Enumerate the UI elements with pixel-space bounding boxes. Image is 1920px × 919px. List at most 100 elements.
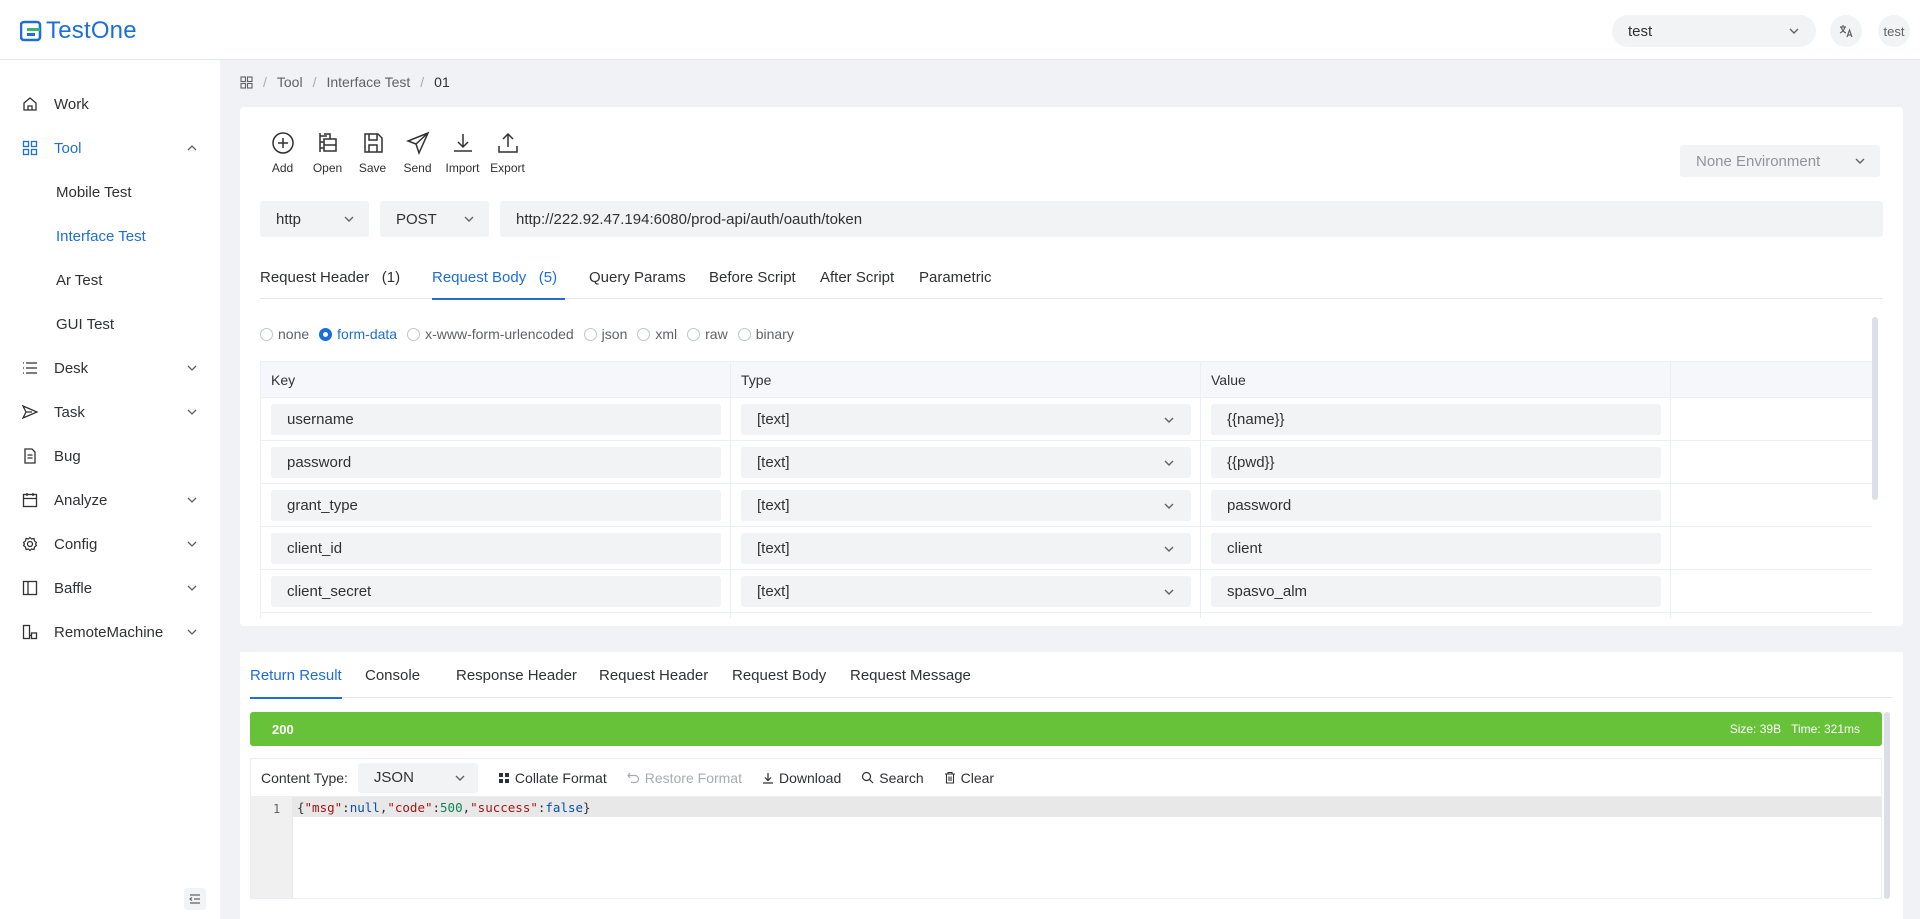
json-punctuation: {: [297, 800, 305, 815]
radio-none[interactable]: none: [260, 326, 309, 342]
key-input[interactable]: client_secret: [271, 576, 721, 607]
sidebar-item-analyze[interactable]: Analyze: [0, 478, 220, 522]
logo[interactable]: TestOne: [19, 17, 137, 45]
radio-circle: [637, 327, 651, 341]
breadcrumb-item[interactable]: Tool: [277, 74, 303, 90]
sidebar-item-work[interactable]: Work: [0, 82, 220, 126]
sidebar-item-desk[interactable]: Desk: [0, 346, 220, 390]
collapse-sidebar-button[interactable]: [184, 888, 206, 910]
chevron-down-icon: [1855, 158, 1865, 164]
key-input[interactable]: grant_type: [271, 490, 721, 521]
tab-request-header[interactable]: Request Header: [599, 652, 708, 698]
radio-xml[interactable]: xml: [637, 326, 677, 342]
tab-query-params[interactable]: Query Params: [589, 255, 686, 299]
user-avatar[interactable]: test: [1878, 15, 1910, 47]
protocol-select[interactable]: http: [260, 201, 369, 237]
translate-button[interactable]: [1830, 15, 1862, 47]
result-scrollbar[interactable]: [1884, 712, 1890, 899]
value-cell: {{pwd}}: [1201, 441, 1671, 484]
radio-x-www-form-urlencoded[interactable]: x-www-form-urlencoded: [407, 326, 574, 342]
value-input[interactable]: client: [1211, 533, 1661, 564]
type-select[interactable]: [text]: [741, 576, 1191, 607]
sidebar-subitem-gui-test[interactable]: GUI Test: [0, 302, 220, 346]
tab-request-body[interactable]: Request Body (5): [432, 255, 566, 300]
home-grid-icon[interactable]: [240, 75, 253, 89]
key-input[interactable]: client_id: [271, 533, 721, 564]
breadcrumb: / Tool / Interface Test / 01: [240, 74, 450, 90]
sidebar-item-bug[interactable]: Bug: [0, 434, 220, 478]
save-button[interactable]: Save: [350, 131, 395, 175]
tab-request-header[interactable]: Request Header (1): [260, 255, 400, 299]
sidebar-subitem-interface-test[interactable]: Interface Test: [0, 214, 220, 258]
save-icon: [363, 133, 383, 153]
sidebar-subitem-ar-test[interactable]: Ar Test: [0, 258, 220, 302]
import-button[interactable]: Import: [440, 131, 485, 175]
value-input[interactable]: spasvo_alm: [1211, 576, 1661, 607]
tab-console[interactable]: Console: [365, 652, 420, 698]
chevron-down-icon: [1164, 546, 1174, 552]
column-header-value: Value: [1201, 362, 1671, 398]
type-select[interactable]: [text]: [741, 404, 1191, 435]
export-button[interactable]: Export: [485, 131, 530, 175]
tab-parametric[interactable]: Parametric: [919, 255, 992, 299]
code-line: {"msg":null,"code":500,"success":false}: [293, 797, 1882, 817]
radio-raw[interactable]: raw: [687, 326, 728, 342]
calendar-icon: [20, 490, 40, 510]
url-input[interactable]: http://222.92.47.194:6080/prod-api/auth/…: [500, 201, 1883, 237]
tab-request-message[interactable]: Request Message: [850, 652, 971, 698]
response-editor[interactable]: 1 {"msg":null,"code":500,"success":false…: [250, 796, 1882, 899]
json-punctuation: ,: [462, 800, 471, 815]
value-text: client: [1227, 540, 1263, 557]
protocol-value: http: [276, 210, 302, 228]
tab-after-script[interactable]: After Script: [820, 255, 894, 299]
tab-before-script[interactable]: Before Script: [709, 255, 796, 299]
method-select[interactable]: POST: [380, 201, 489, 237]
key-input[interactable]: username: [271, 404, 721, 435]
restore-format-button[interactable]: Restore Format: [626, 770, 742, 786]
content-type-select[interactable]: JSON: [357, 762, 478, 793]
add-button[interactable]: Add: [260, 131, 305, 175]
tab-request-body[interactable]: Request Body: [732, 652, 826, 698]
type-cell: [text]: [731, 484, 1201, 527]
sidebar-item-remotemachine[interactable]: RemoteMachine: [0, 610, 220, 654]
sidebar-item-task[interactable]: Task: [0, 390, 220, 434]
send-button[interactable]: Send: [395, 131, 440, 175]
sidebar-item-tool[interactable]: Tool: [0, 126, 220, 170]
key-input[interactable]: password: [271, 447, 721, 478]
panel-icon: [20, 578, 40, 598]
sidebar-subitem-mobile-test[interactable]: Mobile Test: [0, 170, 220, 214]
search-button[interactable]: Search: [861, 770, 924, 786]
type-select[interactable]: [text]: [741, 447, 1191, 478]
value-input[interactable]: password: [1211, 490, 1661, 521]
radio-json[interactable]: json: [583, 326, 627, 342]
grid-icon: [20, 138, 40, 158]
radio-form-data[interactable]: form-data: [319, 326, 397, 342]
clear-button[interactable]: Clear: [944, 770, 994, 786]
key-cell: client_id: [261, 527, 731, 570]
project-select[interactable]: test: [1612, 15, 1816, 47]
value-input[interactable]: {{name}}: [1211, 404, 1661, 435]
tab-response-header[interactable]: Response Header: [456, 652, 577, 698]
clear-label: Clear: [960, 769, 995, 786]
line-number: 1: [273, 802, 281, 816]
tab-return-result[interactable]: Return Result: [250, 652, 342, 699]
table-row-partial: [261, 613, 1872, 618]
type-select[interactable]: [text]: [741, 490, 1191, 521]
sidebar-item-config[interactable]: Config: [0, 522, 220, 566]
value-input[interactable]: {{pwd}}: [1211, 447, 1661, 478]
sidebar-item-label: Desk: [54, 359, 89, 377]
open-button[interactable]: Open: [305, 131, 350, 175]
type-select[interactable]: [text]: [741, 533, 1191, 564]
download-button[interactable]: Download: [762, 770, 841, 786]
table-scrollbar[interactable]: [1872, 317, 1878, 500]
radio-binary[interactable]: binary: [737, 326, 794, 342]
open-label: Open: [312, 161, 343, 175]
type-text: [text]: [757, 454, 790, 471]
tab-label: Return Result: [250, 666, 342, 684]
value-text: spasvo_alm: [1227, 583, 1308, 600]
breadcrumb-item[interactable]: Interface Test: [326, 74, 410, 90]
environment-select[interactable]: None Environment: [1680, 145, 1880, 177]
collate-format-button[interactable]: Collate Format: [498, 770, 607, 786]
value-text: password: [1227, 497, 1292, 514]
sidebar-item-baffle[interactable]: Baffle: [0, 566, 220, 610]
